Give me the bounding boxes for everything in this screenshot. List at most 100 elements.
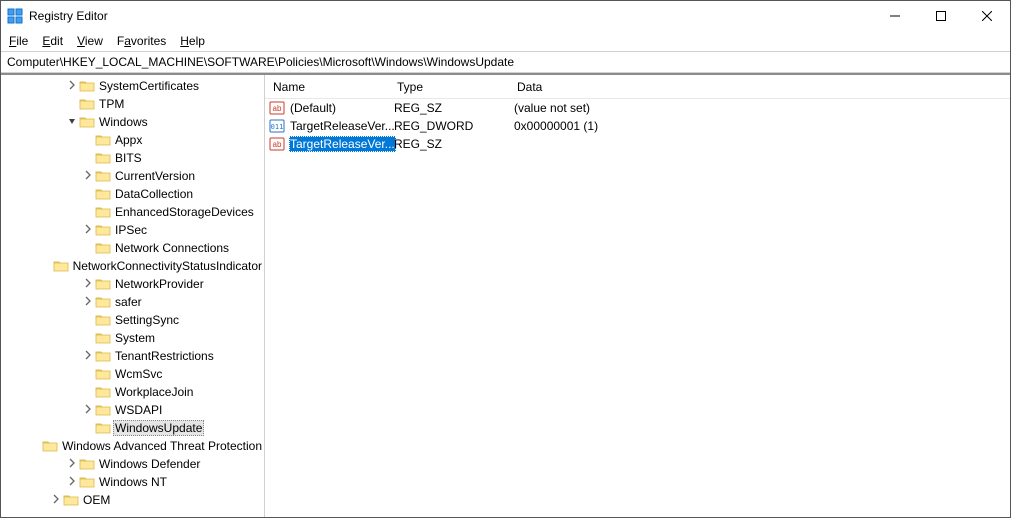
- folder-icon: [79, 79, 95, 93]
- tree-item-label: TenantRestrictions: [113, 349, 216, 363]
- svg-text:ab: ab: [273, 140, 282, 149]
- address-bar[interactable]: Computer\HKEY_LOCAL_MACHINE\SOFTWARE\Pol…: [1, 51, 1010, 73]
- address-text: Computer\HKEY_LOCAL_MACHINE\SOFTWARE\Pol…: [7, 55, 514, 69]
- tree-item[interactable]: Appx: [1, 131, 264, 149]
- chevron-right-icon[interactable]: [81, 170, 95, 183]
- value-row[interactable]: 011TargetReleaseVer...REG_DWORD0x0000000…: [265, 117, 1010, 135]
- value-data: 0x00000001 (1): [513, 119, 599, 133]
- tree-item-label: EnhancedStorageDevices: [113, 205, 256, 219]
- titlebar[interactable]: Registry Editor: [1, 1, 1010, 31]
- menu-favorites[interactable]: Favorites: [117, 34, 166, 48]
- tree-item-label: TPM: [97, 97, 126, 111]
- tree-item[interactable]: Network Connections: [1, 239, 264, 257]
- folder-icon: [79, 97, 95, 111]
- binary-value-icon: 011: [269, 118, 285, 134]
- tree-item[interactable]: IPSec: [1, 221, 264, 239]
- tree-item[interactable]: SettingSync: [1, 311, 264, 329]
- tree-item-label: WcmSvc: [113, 367, 164, 381]
- tree-item[interactable]: WindowsUpdate: [1, 419, 264, 437]
- folder-icon: [95, 403, 111, 417]
- chevron-right-icon[interactable]: [81, 404, 95, 417]
- tree-item[interactable]: WcmSvc: [1, 365, 264, 383]
- string-value-icon: ab: [269, 100, 285, 116]
- tree-item-label: Network Connections: [113, 241, 231, 255]
- value-row[interactable]: ab (Default) REG_SZ (value not set): [265, 99, 1010, 117]
- value-type: REG_SZ: [393, 101, 443, 115]
- folder-icon: [95, 367, 111, 381]
- folder-icon: [79, 115, 95, 129]
- column-header-data[interactable]: Data: [509, 75, 909, 98]
- folder-icon: [95, 313, 111, 327]
- chevron-right-icon[interactable]: [65, 80, 79, 93]
- tree-item[interactable]: DataCollection: [1, 185, 264, 203]
- column-header-type[interactable]: Type: [389, 75, 509, 98]
- minimize-button[interactable]: [872, 1, 918, 31]
- folder-icon: [95, 187, 111, 201]
- value-name: TargetReleaseVer...: [289, 119, 396, 133]
- window-title: Registry Editor: [29, 9, 872, 23]
- value-data: (value not set): [513, 101, 591, 115]
- chevron-right-icon[interactable]: [65, 458, 79, 471]
- chevron-right-icon[interactable]: [81, 350, 95, 363]
- close-button[interactable]: [964, 1, 1010, 31]
- maximize-button[interactable]: [918, 1, 964, 31]
- value-name: (Default): [289, 101, 337, 115]
- tree-item[interactable]: Windows NT: [1, 473, 264, 491]
- tree-item[interactable]: TPM: [1, 95, 264, 113]
- menu-edit[interactable]: Edit: [42, 34, 63, 48]
- tree-item-label: Windows Advanced Threat Protection: [60, 439, 264, 453]
- value-row[interactable]: ab TargetReleaseVer...REG_SZ: [265, 135, 1010, 153]
- regedit-icon: [7, 8, 23, 24]
- menu-file[interactable]: File: [9, 34, 28, 48]
- folder-icon: [95, 385, 111, 399]
- tree-item[interactable]: WorkplaceJoin: [1, 383, 264, 401]
- menu-view[interactable]: View: [77, 34, 103, 48]
- tree-item[interactable]: WSDAPI: [1, 401, 264, 419]
- tree-item-label: NetworkProvider: [113, 277, 206, 291]
- string-value-icon: ab: [269, 136, 285, 152]
- tree-item[interactable]: NetworkProvider: [1, 275, 264, 293]
- folder-icon: [95, 151, 111, 165]
- folder-icon: [53, 259, 69, 273]
- value-data: [513, 137, 515, 151]
- tree-item-label: CurrentVersion: [113, 169, 197, 183]
- tree-item[interactable]: NetworkConnectivityStatusIndicator: [1, 257, 264, 275]
- column-header-name[interactable]: Name: [265, 75, 389, 98]
- tree-item-label: BITS: [113, 151, 144, 165]
- tree-item[interactable]: Windows Defender: [1, 455, 264, 473]
- menu-help[interactable]: Help: [180, 34, 205, 48]
- tree-item[interactable]: safer: [1, 293, 264, 311]
- chevron-right-icon[interactable]: [81, 278, 95, 291]
- tree-item[interactable]: EnhancedStorageDevices: [1, 203, 264, 221]
- tree-item-label: Windows NT: [97, 475, 169, 489]
- folder-icon: [95, 421, 111, 435]
- tree-item[interactable]: CurrentVersion: [1, 167, 264, 185]
- tree-item[interactable]: OEM: [1, 491, 264, 509]
- folder-icon: [79, 475, 95, 489]
- list-body[interactable]: ab (Default) REG_SZ (value not set) 011 Targe…: [265, 99, 1010, 517]
- body: SystemCertificates TPM Windows Appx BITS Curr…: [1, 73, 1010, 517]
- tree-item[interactable]: BITS: [1, 149, 264, 167]
- tree-pane[interactable]: SystemCertificates TPM Windows Appx BITS Curr…: [1, 75, 265, 517]
- svg-text:011: 011: [271, 123, 284, 131]
- tree-item-label: Windows: [97, 115, 150, 129]
- value-type: REG_SZ: [393, 137, 443, 151]
- chevron-right-icon[interactable]: [81, 224, 95, 237]
- tree-item-label: IPSec: [113, 223, 149, 237]
- chevron-right-icon[interactable]: [49, 494, 63, 507]
- tree-item[interactable]: TenantRestrictions: [1, 347, 264, 365]
- registry-editor-window: Registry Editor File Edit View Favorites…: [0, 0, 1011, 518]
- folder-icon: [63, 493, 79, 507]
- chevron-right-icon[interactable]: [81, 296, 95, 309]
- chevron-down-icon[interactable]: [65, 116, 79, 129]
- tree-item[interactable]: Windows: [1, 113, 264, 131]
- folder-icon: [42, 439, 58, 453]
- tree-item[interactable]: Windows Advanced Threat Protection: [1, 437, 264, 455]
- chevron-right-icon[interactable]: [65, 476, 79, 489]
- tree-item[interactable]: System: [1, 329, 264, 347]
- tree-item[interactable]: SystemCertificates: [1, 77, 264, 95]
- folder-icon: [95, 295, 111, 309]
- tree-item-label: Windows Defender: [97, 457, 202, 471]
- value-name: TargetReleaseVer...: [289, 136, 396, 152]
- values-pane: Name Type Data ab (Default) REG_SZ (value n…: [265, 75, 1010, 517]
